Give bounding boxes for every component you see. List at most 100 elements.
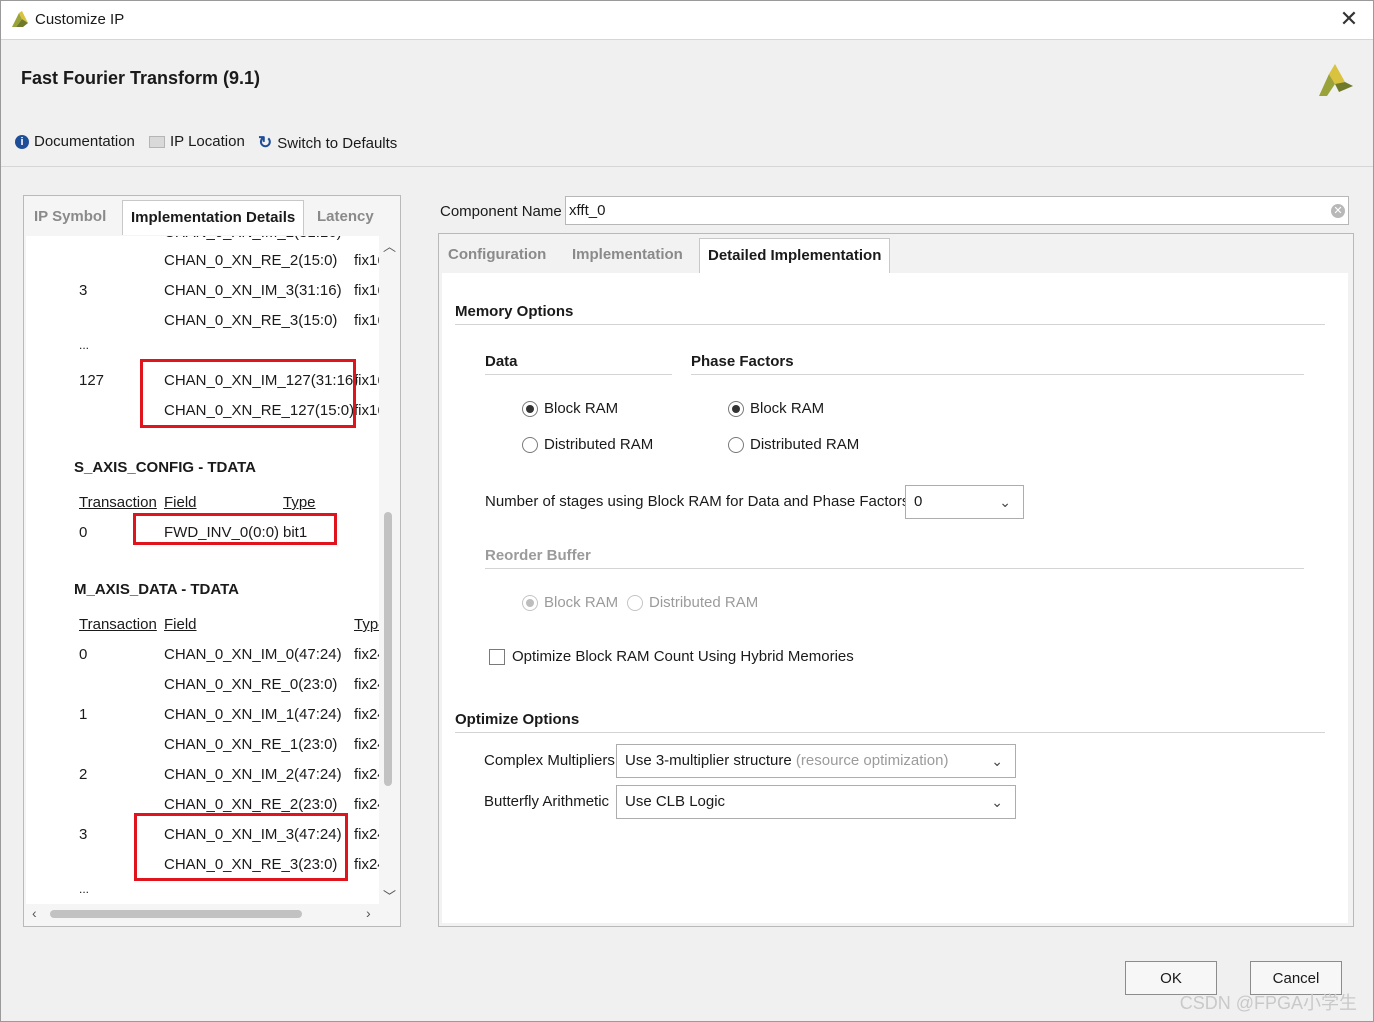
stages-dropdown[interactable]: 0 ⌄ [905, 485, 1024, 519]
column-header-field: Field [164, 616, 197, 633]
xilinx-logo [1319, 64, 1353, 96]
horizontal-scroll-thumb[interactable] [50, 910, 302, 918]
optimize-options-title: Optimize Options [455, 711, 580, 728]
clipped-row: CHAN_0_XN_IM_2(31:16) [164, 236, 342, 241]
scroll-right-icon[interactable]: › [366, 905, 371, 921]
type-cell: fix16 [354, 282, 379, 299]
type-cell: fix24 [354, 676, 379, 693]
radio-unselected-icon [522, 436, 538, 453]
left-panel: IP Symbol Implementation Details Latency… [23, 195, 401, 927]
implementation-details-content: CHAN_0_XN_IM_2(31:16) CHAN_0_XN_RE_2(15:… [26, 236, 379, 904]
highlight-box [140, 359, 356, 428]
section-title: M_AXIS_DATA - TDATA [74, 581, 239, 598]
tab-implementation-details[interactable]: Implementation Details [122, 200, 305, 235]
detailed-implementation-content: Memory Options Data Phase Factors Block … [442, 273, 1348, 923]
ip-title: Fast Fourier Transform (9.1) [21, 68, 261, 88]
right-panel: Configuration Implementation Detailed Im… [438, 233, 1354, 927]
type-cell: fix24 [354, 856, 379, 873]
column-header-transaction: Transaction [79, 616, 157, 633]
scroll-up-icon[interactable]: ︿ [383, 236, 396, 255]
field-cell: CHAN_0_XN_IM_2(47:24) [164, 766, 342, 783]
data-block-ram-radio[interactable]: Block RAM [522, 400, 618, 417]
type-cell: fix16 [354, 252, 379, 269]
tab-detailed-implementation[interactable]: Detailed Implementation [699, 238, 891, 273]
close-icon[interactable]: ✕ [1337, 5, 1361, 33]
data-distributed-ram-radio[interactable]: Distributed RAM [522, 436, 653, 453]
divider [691, 374, 1304, 375]
radio-label: Distributed RAM [544, 436, 654, 453]
phase-distributed-ram-radio[interactable]: Distributed RAM [728, 436, 859, 453]
complex-multipliers-dropdown[interactable]: Use 3-multiplier structure (resource opt… [616, 744, 1016, 778]
field-cell: CHAN_0_XN_RE_2(15:0) [164, 252, 338, 269]
ellipsis: ... [79, 882, 90, 896]
scroll-down-icon[interactable]: ﹀ [383, 886, 396, 905]
dropdown-hint: (resource optimization) [795, 752, 949, 769]
documentation-label: Documentation [34, 133, 135, 150]
stages-label: Number of stages using Block RAM for Dat… [485, 493, 910, 510]
butterfly-arithmetic-dropdown[interactable]: Use CLB Logic ⌄ [616, 785, 1016, 819]
ip-location-button[interactable]: IP Location [149, 133, 245, 150]
tab-ip-symbol[interactable]: IP Symbol [26, 200, 114, 234]
field-cell: CHAN_0_XN_RE_3(15:0) [164, 312, 338, 329]
switch-defaults-label: Switch to Defaults [277, 134, 398, 152]
clear-icon[interactable]: ✕ [1331, 204, 1345, 218]
column-header-type: Type [354, 616, 379, 633]
field-cell: CHAN_0_XN_IM_3(31:16) [164, 282, 342, 299]
field-cell: CHAN_0_XN_IM_0(47:24) [164, 646, 342, 663]
vivado-app-icon [12, 11, 28, 27]
phase-block-ram-radio[interactable]: Block RAM [728, 400, 824, 417]
hybrid-memories-checkbox[interactable] [489, 649, 505, 665]
dropdown-value: Use CLB Logic [625, 793, 726, 810]
info-icon: i [15, 134, 29, 149]
complex-multipliers-label: Complex Multipliers [484, 752, 615, 769]
chevron-down-icon: ⌄ [991, 794, 1003, 810]
scroll-left-icon[interactable]: ‹ [32, 905, 37, 921]
radio-selected-icon [522, 594, 538, 611]
tab-latency[interactable]: Latency [309, 200, 382, 234]
window-title: Customize IP [35, 11, 125, 28]
radio-unselected-icon [627, 594, 643, 611]
type-cell: fix16 [354, 312, 379, 329]
watermark: CSDN @FPGA小学生 [1179, 993, 1357, 1013]
vertical-scrollbar[interactable]: ︿ ﹀ [380, 236, 398, 904]
field-cell: CHAN_0_XN_RE_0(23:0) [164, 676, 338, 693]
horizontal-scrollbar[interactable]: ‹ › [26, 904, 380, 924]
radio-selected-icon [522, 400, 538, 417]
highlight-box [133, 513, 337, 545]
documentation-button[interactable]: i Documentation [15, 133, 135, 150]
column-header-transaction: Transaction [79, 494, 157, 511]
type-cell: fix24 [354, 766, 379, 783]
chevron-down-icon: ⌄ [991, 753, 1003, 769]
radio-label: Distributed RAM [750, 436, 860, 453]
radio-label: Block RAM [750, 400, 825, 417]
memory-options-title: Memory Options [455, 303, 574, 320]
component-name-label: Component Name [440, 203, 562, 220]
section-title: S_AXIS_CONFIG - TDATA [74, 459, 256, 476]
transaction-cell: 127 [79, 372, 105, 389]
hybrid-memories-label: Optimize Block RAM Count Using Hybrid Me… [512, 648, 854, 665]
radio-selected-icon [728, 400, 744, 417]
ip-header: Fast Fourier Transform (9.1) i Documenta… [1, 40, 1373, 167]
switch-defaults-button[interactable]: ↻ Switch to Defaults [258, 133, 397, 153]
component-name-input[interactable] [565, 196, 1349, 225]
type-cell: fix16 [354, 402, 379, 419]
column-header-type: Type [283, 494, 316, 511]
radio-label: Block RAM [544, 594, 619, 611]
vertical-scroll-thumb[interactable] [384, 512, 392, 786]
ip-location-label: IP Location [170, 133, 245, 150]
field-cell: CHAN_0_XN_IM_1(47:24) [164, 706, 342, 723]
customize-ip-dialog: Customize IP ✕ Fast Fourier Transform (9… [0, 0, 1374, 1022]
divider [485, 568, 1304, 569]
transaction-cell: 1 [79, 706, 88, 723]
type-cell: fix24 [354, 826, 379, 843]
transaction-cell: 2 [79, 766, 88, 783]
reorder-distributed-ram-radio: Distributed RAM [627, 594, 758, 611]
type-cell: fix24 [354, 796, 379, 813]
reorder-block-ram-radio: Block RAM [522, 594, 618, 611]
column-header-field: Field [164, 494, 197, 511]
tab-configuration[interactable]: Configuration [440, 238, 554, 272]
butterfly-arithmetic-label: Butterfly Arithmetic [484, 793, 610, 810]
title-bar: Customize IP ✕ [1, 1, 1373, 40]
divider [455, 732, 1325, 733]
tab-implementation[interactable]: Implementation [564, 238, 691, 272]
